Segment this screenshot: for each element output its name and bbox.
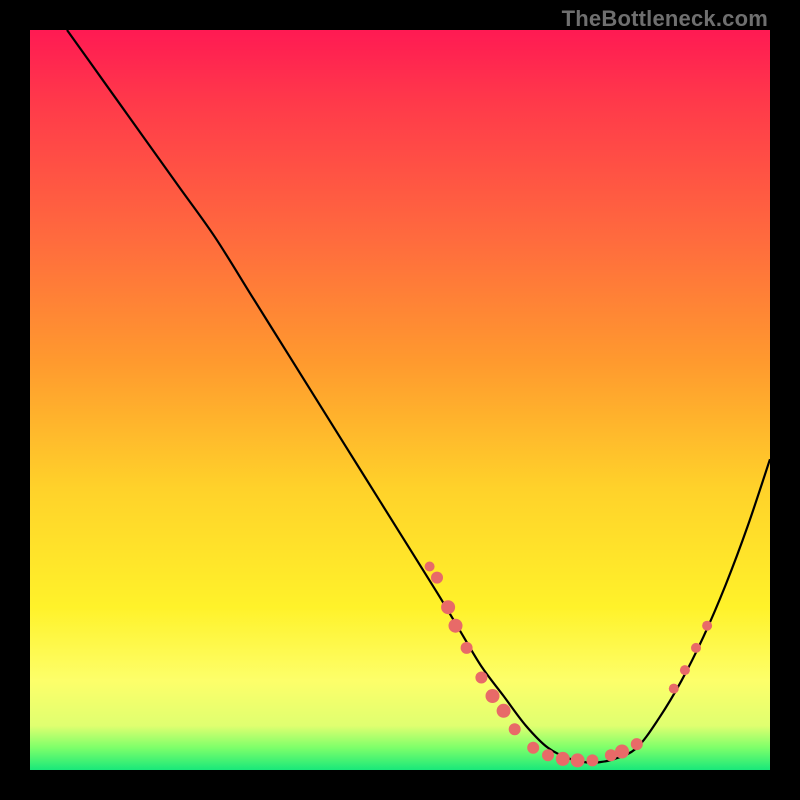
curve-marker	[702, 621, 712, 631]
curve-marker	[556, 752, 570, 766]
curve-marker-group	[425, 562, 712, 768]
curve-marker	[486, 689, 500, 703]
curve-marker	[631, 738, 643, 750]
curve-marker	[441, 600, 455, 614]
curve-marker	[475, 672, 487, 684]
bottleneck-curve-svg	[30, 30, 770, 770]
curve-marker	[586, 754, 598, 766]
curve-marker	[425, 562, 435, 572]
curve-marker	[669, 684, 679, 694]
curve-marker	[691, 643, 701, 653]
watermark-text: TheBottleneck.com	[562, 6, 768, 32]
curve-marker	[461, 642, 473, 654]
plot-area	[30, 30, 770, 770]
curve-marker	[542, 749, 554, 761]
curve-marker	[509, 723, 521, 735]
curve-marker	[527, 742, 539, 754]
curve-marker	[571, 753, 585, 767]
curve-marker	[449, 619, 463, 633]
curve-marker	[431, 572, 443, 584]
curve-marker	[680, 665, 690, 675]
chart-frame: TheBottleneck.com	[0, 0, 800, 800]
curve-marker	[497, 704, 511, 718]
bottleneck-curve-line	[67, 30, 770, 763]
curve-marker	[615, 745, 629, 759]
